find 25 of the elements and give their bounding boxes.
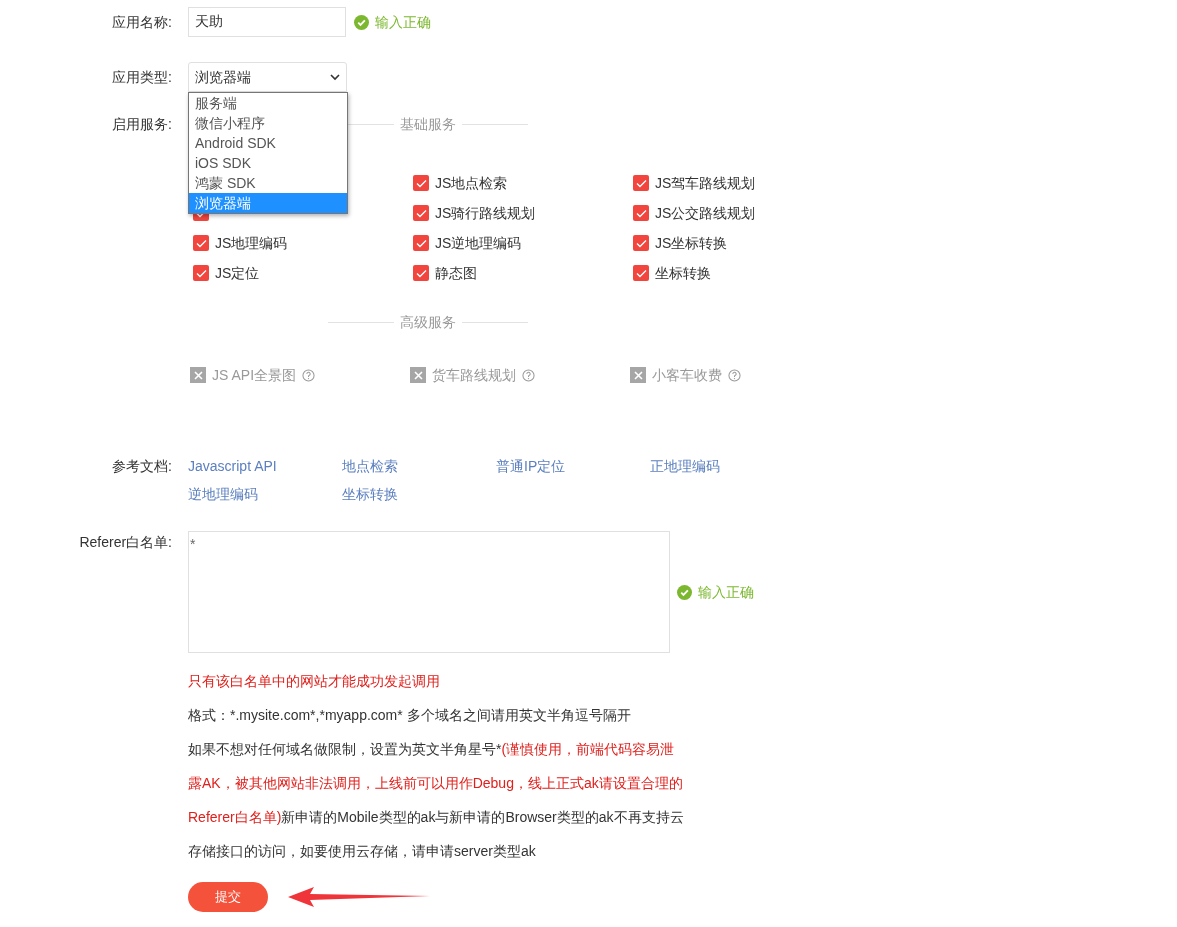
checkbox-label: 小客车收费 bbox=[652, 365, 722, 385]
checkbox-label: JS骑行路线规划 bbox=[435, 203, 536, 223]
field-label: 应用名称: bbox=[112, 12, 172, 32]
checkbox-label: JS逆地理编码 bbox=[435, 233, 522, 253]
validation-message: 输入正确 bbox=[375, 12, 431, 32]
section-title: 基础服务 bbox=[399, 115, 457, 134]
field-label: Referer白名单: bbox=[79, 533, 172, 552]
note-text: 如果不想对任何域名做限制，设置为英文半角星号*(谨慎使用，前端代码容易泄露AK，被其他网站非法调用，上线前可以用作Debug，线上正式ak请设置合理的Referer白名单)新申请的Mobile类型的ak与新申请的Browser类型的ak不再支持云存储接口的访问，如要使用云存储，请申请server类型ak bbox=[188, 740, 684, 861]
field-label: 参考文档: bbox=[112, 457, 172, 476]
checkbox-label: JS驾车路线规划 bbox=[655, 173, 756, 193]
checkbox-label: JS API全景图 bbox=[212, 365, 297, 385]
checkbox-label: 坐标转换 bbox=[655, 263, 711, 283]
note-text: 只有该白名单中的网站才能成功发起调用 bbox=[188, 672, 441, 691]
checkbox-label: JS公交路线规划 bbox=[655, 203, 756, 223]
checkbox-label: JS坐标转换 bbox=[655, 233, 728, 253]
field-label: 启用服务: bbox=[112, 115, 172, 134]
checkbox-label: JS地点检索 bbox=[435, 173, 508, 193]
field-label: 应用类型: bbox=[112, 67, 172, 87]
checkbox-label: 货车路线规划 bbox=[432, 365, 516, 385]
note-text: 格式：*.mysite.com*,*myapp.com* 多个域名之间请用英文半角逗号隔开 bbox=[188, 706, 632, 725]
checkbox-label: 静态图 bbox=[435, 263, 477, 283]
checkbox-label: JS定位 bbox=[215, 263, 260, 283]
checkbox-label: JS地理编码 bbox=[215, 233, 288, 253]
validation-message: 输入正确 bbox=[698, 582, 754, 602]
section-title: 高级服务 bbox=[399, 313, 457, 332]
